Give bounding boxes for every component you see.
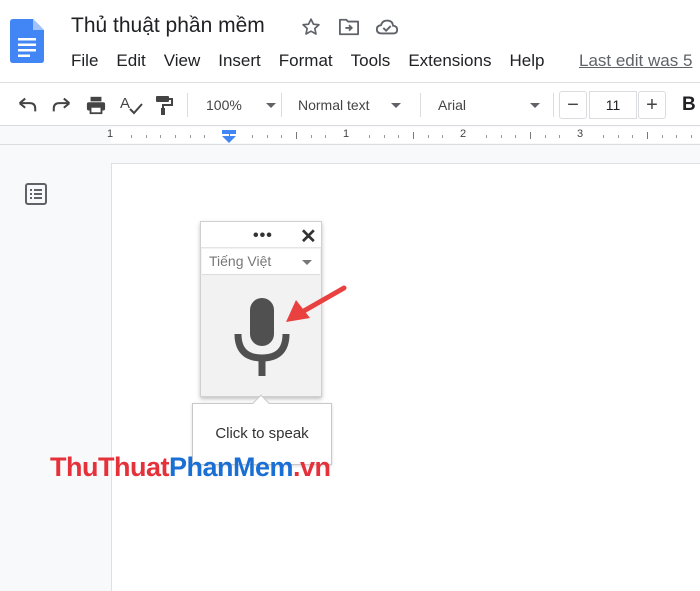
menu-tools[interactable]: Tools xyxy=(342,50,400,72)
language-select[interactable]: Tiếng Việt xyxy=(202,249,320,275)
voice-typing-header: ••• ✕ xyxy=(201,222,321,248)
chevron-down-icon xyxy=(265,102,276,108)
watermark-part3: .vn xyxy=(293,452,331,482)
menu-format[interactable]: Format xyxy=(270,50,342,72)
ruler-label: 2 xyxy=(460,128,467,140)
ruler-label: 1 xyxy=(107,128,114,140)
move-to-folder-icon[interactable] xyxy=(337,15,361,39)
toolbar: A 100% Normal text Arial − 11 + B xyxy=(0,82,700,126)
watermark-part1: ThuThuat xyxy=(50,452,169,482)
zoom-select[interactable]: 100% xyxy=(206,92,276,118)
menu-bar: File Edit View Insert Format Tools Exten… xyxy=(62,50,553,72)
chevron-down-icon xyxy=(302,260,312,265)
docs-logo-icon[interactable] xyxy=(10,19,44,63)
annotation-arrow-icon xyxy=(286,285,347,322)
bold-button[interactable]: B xyxy=(682,92,696,118)
ruler: 1 1 2 3 xyxy=(0,126,700,145)
undo-icon[interactable] xyxy=(16,92,38,118)
chevron-down-icon xyxy=(530,102,541,108)
cloud-saved-icon[interactable] xyxy=(375,15,399,39)
last-edit-link[interactable]: Last edit was 5 xyxy=(579,50,692,72)
paragraph-style-select[interactable]: Normal text xyxy=(298,92,401,118)
print-icon[interactable] xyxy=(85,92,107,118)
menu-insert[interactable]: Insert xyxy=(209,50,270,72)
paragraph-style-value: Normal text xyxy=(298,97,370,113)
document-title[interactable]: Thủ thuật phần mềm xyxy=(71,14,265,38)
ruler-label: 3 xyxy=(577,128,584,140)
menu-edit[interactable]: Edit xyxy=(107,50,154,72)
font-select[interactable]: Arial xyxy=(438,92,541,118)
language-value: Tiếng Việt xyxy=(209,253,272,269)
font-size-input[interactable]: 11 xyxy=(589,91,637,119)
star-icon[interactable] xyxy=(299,15,323,39)
watermark-part2: PhanMem xyxy=(168,452,294,482)
menu-view[interactable]: View xyxy=(155,50,210,72)
indent-marker-icon[interactable] xyxy=(221,130,237,144)
spellcheck-icon[interactable]: A xyxy=(119,92,143,118)
zoom-value: 100% xyxy=(206,97,242,113)
menu-help[interactable]: Help xyxy=(500,50,553,72)
paint-format-icon[interactable] xyxy=(153,92,175,118)
decrease-font-size-button[interactable]: − xyxy=(559,91,587,119)
increase-font-size-button[interactable]: + xyxy=(638,91,666,119)
redo-icon[interactable] xyxy=(51,92,73,118)
close-icon[interactable]: ✕ xyxy=(300,224,317,249)
menu-extensions[interactable]: Extensions xyxy=(399,50,500,72)
watermark: ThuThuatPhanMem.vn xyxy=(50,452,331,483)
svg-text:A: A xyxy=(120,95,130,112)
document-outline-icon[interactable] xyxy=(24,182,48,206)
chevron-down-icon xyxy=(390,102,401,108)
more-options-icon[interactable]: ••• xyxy=(253,227,273,245)
tooltip-text: Click to speak xyxy=(215,425,309,442)
ruler-label: 1 xyxy=(343,128,350,140)
menu-file[interactable]: File xyxy=(62,50,107,72)
font-value: Arial xyxy=(438,97,467,113)
docs-header: Thủ thuật phần mềm File Edit View Insert… xyxy=(0,0,700,82)
